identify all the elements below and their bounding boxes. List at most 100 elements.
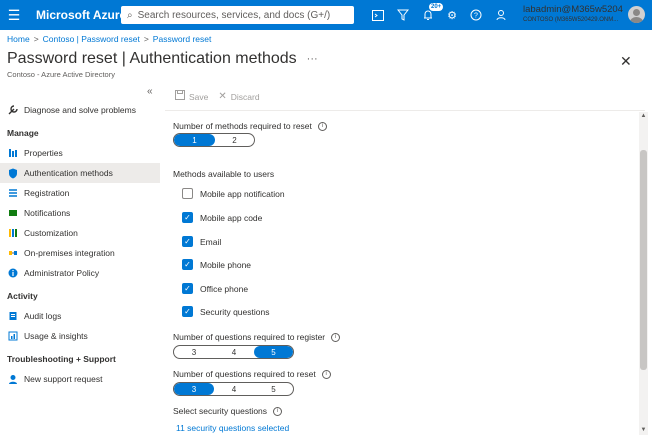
checkmark-icon[interactable]: ✓ (182, 212, 193, 223)
checkbox-email[interactable]: ✓ Email (182, 236, 221, 247)
shield-icon (7, 167, 19, 179)
checkbox-security-questions[interactable]: ✓ Security questions (182, 306, 269, 317)
page-title-main: Password reset (7, 50, 118, 67)
sidebar-item-audit-logs[interactable]: Audit logs (0, 306, 160, 326)
sidebar-item-authentication-methods[interactable]: Authentication methods (0, 163, 160, 183)
sidebar-item-label: Administrator Policy (24, 268, 100, 278)
checkmark-icon[interactable]: ✓ (182, 283, 193, 294)
sidebar-item-label: Customization (24, 228, 78, 238)
close-icon[interactable]: ✕ (620, 53, 632, 70)
breadcrumb-home[interactable]: Home (7, 34, 30, 44)
hamburger-menu-icon[interactable]: ☰ (0, 0, 28, 30)
checkbox-mobile-phone[interactable]: ✓ Mobile phone (182, 259, 251, 270)
brand-logo[interactable]: Microsoft Azure (36, 8, 126, 22)
checkbox-office-phone[interactable]: ✓ Office phone (182, 283, 248, 294)
collapse-sidebar-icon[interactable]: « (147, 86, 153, 97)
methods-required-option-1[interactable]: 1 (174, 134, 215, 146)
sidebar-item-properties[interactable]: Properties (0, 143, 160, 163)
save-button[interactable]: Save (175, 90, 208, 103)
info-icon (7, 267, 19, 279)
scrollbar-thumb[interactable] (640, 150, 647, 370)
search-input[interactable] (137, 9, 338, 21)
sidebar-item-label: Authentication methods (24, 168, 113, 178)
checkbox-label: Mobile app code (200, 212, 263, 223)
methods-required-toggle: 1 2 (173, 133, 255, 147)
sidebar-section-troubleshooting: Troubleshooting + Support (7, 354, 116, 364)
questions-register-option-5[interactable]: 5 (254, 346, 293, 358)
wrench-icon (7, 104, 19, 116)
save-label: Save (189, 91, 209, 102)
questions-reset-option-3[interactable]: 3 (174, 383, 214, 395)
sidebar-section-manage: Manage (7, 128, 39, 138)
more-options-icon[interactable]: ··· (307, 53, 318, 65)
questions-reset-option-4[interactable]: 4 (214, 383, 254, 395)
checkbox-mobile-app-notification[interactable]: Mobile app notification (182, 188, 285, 199)
checkmark-icon[interactable]: ✓ (182, 306, 193, 317)
account-menu[interactable]: labadmin@M365w5204... CONTOSO (M365W5204… (523, 5, 623, 25)
questions-reset-option-5[interactable]: 5 (254, 383, 293, 395)
info-icon[interactable]: i (331, 332, 341, 342)
sidebar-item-administrator-policy[interactable]: Administrator Policy (0, 263, 160, 283)
cloud-shell-icon[interactable] (370, 7, 386, 23)
sidebar-item-customization[interactable]: Customization (0, 223, 160, 243)
audit-log-icon (7, 310, 19, 322)
info-icon[interactable]: i (321, 369, 331, 379)
sidebar-section-activity: Activity (7, 291, 38, 301)
breadcrumb-separator-icon: > (33, 34, 39, 44)
sidebar-item-label: Notifications (24, 208, 71, 218)
checkmark-icon[interactable]: ✓ (182, 259, 193, 270)
properties-icon (7, 147, 19, 159)
notifications-icon[interactable]: 20+ (420, 3, 444, 23)
global-search[interactable]: ⌕ (121, 6, 354, 24)
breadcrumb-contoso-password-reset[interactable]: Contoso | Password reset (43, 34, 140, 44)
security-questions-link[interactable]: 11 security questions selected (176, 423, 289, 433)
methods-required-option-2[interactable]: 2 (215, 134, 254, 146)
account-username: labadmin@M365w5204... (523, 5, 623, 15)
breadcrumb-separator-icon: > (143, 34, 149, 44)
insights-icon (7, 330, 19, 342)
page-subtitle: Contoso - Azure Active Directory (7, 70, 115, 79)
directory-filter-icon[interactable] (395, 7, 411, 23)
notification-badge: 20+ (429, 3, 444, 11)
scroll-up-arrow-icon[interactable]: ▲ (639, 113, 648, 119)
vertical-scrollbar[interactable]: ▲ ▼ (639, 112, 648, 435)
discard-button[interactable]: ✕ Discard (218, 91, 259, 102)
feedback-icon[interactable] (493, 7, 509, 23)
sidebar-item-on-premises-integration[interactable]: On-premises integration (0, 243, 160, 263)
toolbar-divider (165, 110, 645, 111)
checkbox-label: Email (200, 236, 222, 247)
breadcrumb-password-reset[interactable]: Password reset (153, 34, 212, 44)
support-icon (7, 373, 19, 385)
scroll-down-arrow-icon[interactable]: ▼ (639, 427, 648, 433)
customization-icon (7, 227, 19, 239)
info-icon[interactable]: i (317, 121, 327, 131)
search-icon: ⌕ (127, 9, 133, 21)
checkmark-icon[interactable]: ✓ (182, 236, 193, 247)
sidebar-item-new-support-request[interactable]: New support request (0, 369, 160, 389)
sidebar-item-label: Usage & insights (24, 331, 88, 341)
page-title-separator: | (117, 50, 130, 67)
list-icon (7, 187, 19, 199)
questions-register-option-4[interactable]: 4 (214, 346, 254, 358)
checkbox-box[interactable] (182, 188, 193, 199)
info-icon[interactable]: i (273, 406, 283, 416)
avatar[interactable] (628, 6, 645, 23)
save-icon (175, 90, 185, 103)
sidebar-item-label: New support request (24, 374, 103, 384)
methods-required-text: Number of methods required to reset (173, 121, 312, 131)
checkbox-label: Mobile phone (200, 259, 252, 270)
sidebar-item-diagnose[interactable]: Diagnose and solve problems (0, 100, 160, 120)
settings-gear-icon[interactable]: ⚙ (444, 7, 460, 23)
checkbox-label: Mobile app notification (200, 188, 285, 199)
sidebar-item-registration[interactable]: Registration (0, 183, 160, 203)
sidebar-item-usage-insights[interactable]: Usage & insights (0, 326, 160, 346)
questions-register-toggle: 3 4 5 (173, 345, 294, 359)
sidebar-item-label: On-premises integration (24, 248, 115, 258)
checkbox-mobile-app-code[interactable]: ✓ Mobile app code (182, 212, 262, 223)
sidebar-item-notifications[interactable]: Notifications (0, 203, 160, 223)
checkbox-label: Office phone (200, 283, 249, 294)
sidebar-item-label: Registration (24, 188, 70, 198)
help-icon[interactable]: ? (468, 7, 484, 23)
questions-register-option-3[interactable]: 3 (174, 346, 214, 358)
account-tenant: CONTOSO (M365W520429.ONM... (523, 17, 619, 23)
